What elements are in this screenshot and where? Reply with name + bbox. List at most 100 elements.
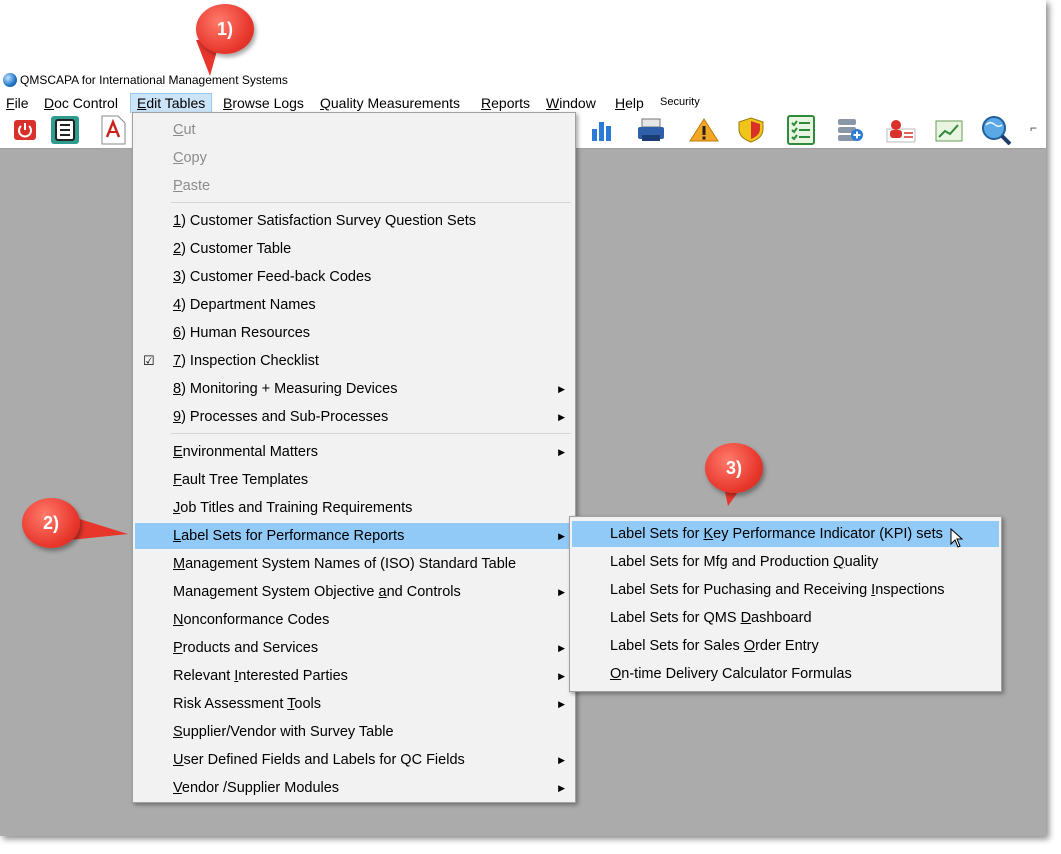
menu-item-fault-tree-templates-access-key: F [173,472,182,488]
menu-item-copy-label: opy [183,150,207,166]
menu-item-management-system-objectives-pre: Management System Objective [173,584,379,600]
toolbar-overflow-icon[interactable]: ⌐ [1030,121,1037,135]
menu-edit-tables-label: dit Tables [146,95,206,111]
document-list-icon[interactable] [50,115,80,145]
submenu-item-purchasing-inspections-label: nspections [875,582,945,598]
menu-item-monitoring-devices[interactable]: 8) Monitoring + Measuring Devices ▶ [135,376,573,402]
menu-window-label: indow [559,95,596,111]
submenu-item-delivery-calculator-access-key: O [610,666,622,682]
menu-quality-measurements[interactable]: Quality Measurements [320,94,460,113]
menu-item-nonconformance-codes[interactable]: Nonconformance Codes [135,607,573,633]
menu-security[interactable]: Security [660,96,700,108]
submenu-item-qms-dashboard-access-key: D [740,610,752,626]
menu-item-customer-table-label: ) Customer Table [181,241,292,257]
menu-item-fault-tree-templates[interactable]: Fault Tree Templates [135,467,573,493]
menu-file[interactable]: File [6,94,29,113]
menu-item-customer-table[interactable]: 2) Customer Table [135,236,573,262]
menu-item-cut[interactable]: Cut [135,117,573,143]
menu-item-paste-label: aste [182,178,211,194]
menu-item-products-services[interactable]: Products and Services ▶ [135,635,573,661]
power-icon[interactable] [12,117,38,143]
menu-item-user-defined-fields-access-key: U [173,752,184,768]
menu-item-management-system-objectives-label: nd Controls [386,584,461,600]
menu-item-supplier-vendor-survey-label: upplier/Vendor with Survey Table [182,724,394,740]
menu-browse-logs-access-key: B [223,95,233,111]
menu-item-human-resources-label: ) Human Resources [181,325,311,341]
submenu-arrow-icon: ▶ [558,412,565,422]
globe-search-icon[interactable] [980,115,1012,145]
warning-icon[interactable] [688,117,720,143]
bar-chart-icon[interactable] [589,117,615,143]
menu-browse-logs[interactable]: Browse Logs [223,94,304,113]
menu-edit-tables[interactable]: Edit Tables [129,93,213,114]
menu-item-department-names-label: ) Department Names [181,297,316,313]
menu-help-access-key: H [615,95,626,111]
printer-icon[interactable] [636,117,666,143]
menu-item-risk-assessment-tools[interactable]: Risk Assessment Tools ▶ [135,691,573,717]
submenu-item-kpi-sets[interactable]: Label Sets for Key Performance Indicator… [572,521,999,547]
menu-item-department-names[interactable]: 4) Department Names [135,292,573,318]
menu-item-supplier-vendor-survey[interactable]: Supplier/Vendor with Survey Table [135,719,573,745]
callout-1: 1) [196,4,254,54]
menu-item-fault-tree-templates-label: ault Tree Templates [181,472,309,488]
submenu-item-qms-dashboard[interactable]: Label Sets for QMS Dashboard [572,605,999,631]
window-title: QMSCAPA for International Management Sys… [20,73,288,87]
submenu-item-kpi-sets-access-key: K [703,526,714,542]
menu-item-interested-parties[interactable]: Relevant Interested Parties ▶ [135,663,573,689]
submenu-item-kpi-sets-label: ey Performance Indicator (KPI) sets [713,526,943,542]
submenu-arrow-icon: ▶ [558,587,565,597]
pdf-icon[interactable] [99,115,127,145]
menu-help-label: elp [625,95,644,111]
menu-item-nonconformance-codes-label: onconformance Codes [183,612,330,628]
submenu-item-sales-order-entry[interactable]: Label Sets for Sales Order Entry [572,633,999,659]
menu-item-job-titles[interactable]: Job Titles and Training Requirements [135,495,573,521]
menu-separator [171,433,571,434]
menu-help[interactable]: Help [615,94,644,113]
menu-item-human-resources[interactable]: 6) Human Resources [135,320,573,346]
menu-item-paste[interactable]: Paste [135,173,573,199]
mouse-cursor-icon [950,528,964,548]
menu-item-copy[interactable]: Copy [135,145,573,171]
menu-item-vendor-supplier-modules[interactable]: Vendor /Supplier Modules ▶ [135,775,573,801]
menu-item-survey-question-sets[interactable]: 1) Customer Satisfaction Survey Question… [135,208,573,234]
menu-item-management-system-names-access-key: M [173,556,186,572]
submenu-arrow-icon: ▶ [558,384,565,394]
trend-chart-icon[interactable] [934,117,964,143]
menu-edit-tables-access-key: E [137,95,147,111]
submenu-item-mfg-production-quality-label: uality [844,554,879,570]
submenu-item-purchasing-inspections[interactable]: Label Sets for Puchasing and Receiving I… [572,577,999,603]
menu-reports[interactable]: Reports [481,94,530,113]
callout-3: 3) [705,443,763,493]
menu-item-feedback-codes-label: ) Customer Feed-back Codes [181,269,372,285]
menu-item-paste-access-key: P [173,178,183,194]
submenu-item-qms-dashboard-label: ashboard [751,610,812,626]
server-add-icon[interactable] [836,117,864,143]
edit-tables-menu: Cut Copy Paste 1) Customer Satisfaction … [132,112,576,803]
menu-doc-control[interactable]: Doc Control [44,94,118,113]
menu-item-label-sets-performance-reports[interactable]: Label Sets for Performance Reports ▶ [135,523,573,549]
menu-item-feedback-codes[interactable]: 3) Customer Feed-back Codes [135,264,573,290]
menu-item-vendor-supplier-modules-label: endor /Supplier Modules [181,780,340,796]
checklist-icon[interactable] [786,115,816,145]
person-card-icon[interactable] [885,117,917,143]
menu-item-inspection-checklist[interactable]: ☑ 7) Inspection Checklist [135,348,573,374]
submenu-arrow-icon: ▶ [558,783,565,793]
menu-item-supplier-vendor-survey-access-key: S [173,724,183,740]
submenu-item-delivery-calculator[interactable]: On-time Delivery Calculator Formulas [572,661,999,687]
menu-item-survey-question-sets-access-key: 1 [173,213,182,229]
menu-doc-control-label: oc Control [54,95,118,111]
menu-item-products-services-access-key: P [173,640,183,656]
submenu-item-mfg-production-quality[interactable]: Label Sets for Mfg and Production Qualit… [572,549,999,575]
menu-item-environmental-matters[interactable]: Environmental Matters ▶ [135,439,573,465]
submenu-arrow-icon: ▶ [558,447,565,457]
menu-item-cut-access-key: C [173,122,184,138]
submenu-arrow-icon: ▶ [558,699,565,709]
shield-icon[interactable] [737,117,765,143]
menu-item-management-system-objectives[interactable]: Management System Objective and Controls… [135,579,573,605]
menu-item-user-defined-fields[interactable]: User Defined Fields and Labels for QC Fi… [135,747,573,773]
application-window: QMSCAPA for International Management Sys… [0,0,1046,836]
submenu-item-sales-order-entry-label: rder Entry [755,638,819,654]
menu-window[interactable]: Window [546,94,596,113]
menu-item-processes[interactable]: 9) Processes and Sub-Processes ▶ [135,404,573,430]
menu-item-management-system-names[interactable]: Management System Names of (ISO) Standar… [135,551,573,577]
